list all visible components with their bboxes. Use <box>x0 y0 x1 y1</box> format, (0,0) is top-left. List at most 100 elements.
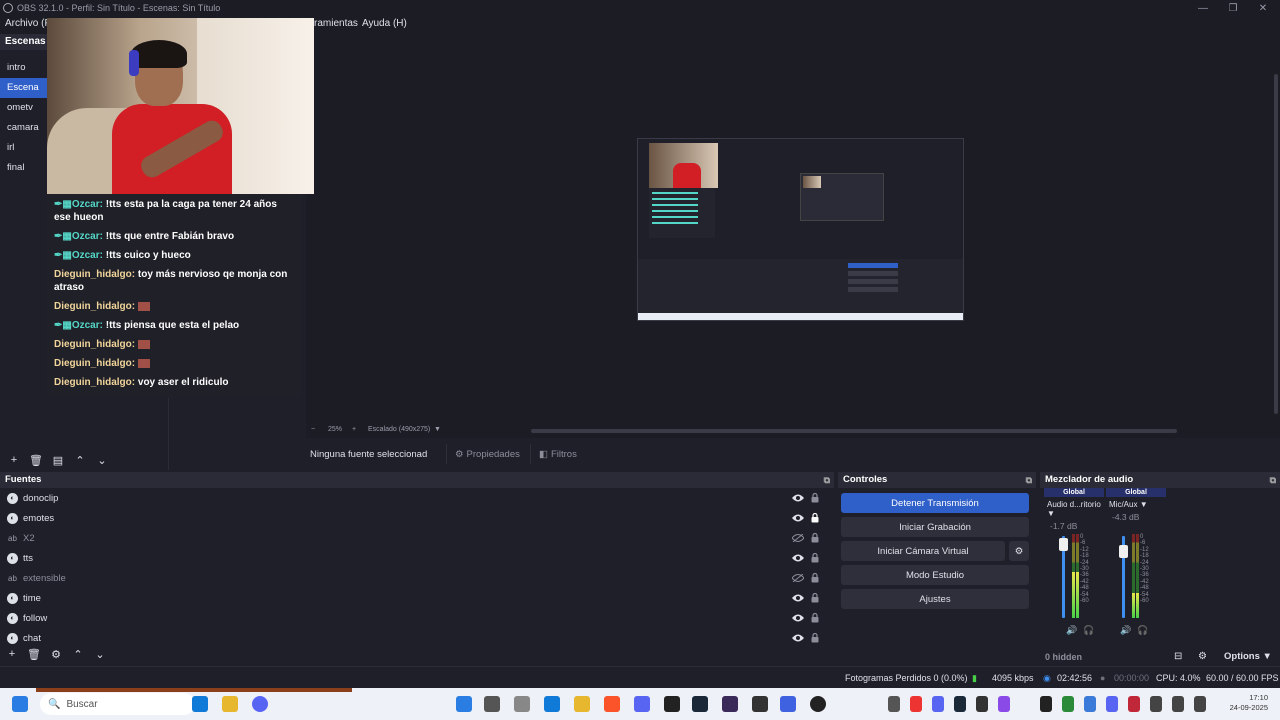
menu-ayuda[interactable]: Ayuda (H) <box>362 18 407 29</box>
eye-icon[interactable] <box>792 512 804 524</box>
move-down-icon[interactable]: ⌄ <box>92 646 108 662</box>
edge-icon[interactable] <box>192 696 208 712</box>
eye-hidden-icon[interactable] <box>792 572 804 584</box>
obs-taskbar-icon[interactable] <box>810 696 826 712</box>
preview-canvas[interactable] <box>306 34 1280 424</box>
tray-icon[interactable] <box>888 696 900 712</box>
eye-icon[interactable] <box>792 552 804 564</box>
undock-icon[interactable]: ⧉ <box>1270 472 1276 488</box>
tray-icon[interactable] <box>954 696 966 712</box>
tray-icon[interactable] <box>998 696 1010 712</box>
eye-icon[interactable] <box>792 612 804 624</box>
channel-menu-icon[interactable]: ▼ <box>1047 509 1055 518</box>
tray-icon[interactable] <box>1128 696 1140 712</box>
tray-icon[interactable] <box>1084 696 1096 712</box>
settings-button[interactable]: Ajustes <box>841 589 1029 609</box>
volume-icon[interactable] <box>1172 696 1184 712</box>
epic-games-icon[interactable] <box>664 696 680 712</box>
zoom-in-icon[interactable]: + <box>352 426 356 433</box>
brave-icon[interactable] <box>604 696 620 712</box>
app-icon[interactable] <box>722 696 738 712</box>
tray-icon[interactable] <box>932 696 944 712</box>
start-virtual-cam-button[interactable]: Iniciar Cámara Virtual <box>841 541 1005 561</box>
source-item[interactable]: ◐ time <box>0 588 834 608</box>
add-source-icon[interactable]: + <box>4 646 20 662</box>
source-item[interactable]: ab X2 <box>0 528 834 548</box>
headphones-icon[interactable]: 🎧 <box>1083 625 1094 636</box>
undock-icon[interactable]: ⧉ <box>824 472 830 488</box>
speaker-icon[interactable]: 🔊 <box>1066 625 1077 636</box>
eye-icon[interactable] <box>792 492 804 504</box>
source-item[interactable]: ◐ chat <box>0 628 834 648</box>
studio-mode-button[interactable]: Modo Estudio <box>841 565 1029 585</box>
steam-icon[interactable] <box>692 696 708 712</box>
remove-source-icon[interactable]: 🗑 <box>26 646 42 662</box>
unlock-icon[interactable] <box>810 492 820 504</box>
fader-handle[interactable] <box>1059 538 1068 552</box>
widgets-icon[interactable] <box>514 696 530 712</box>
source-item[interactable]: ◐ follow <box>0 608 834 628</box>
eye-icon[interactable] <box>792 592 804 604</box>
tray-icon[interactable] <box>1106 696 1118 712</box>
advanced-audio-icon[interactable]: ⚙ <box>1198 651 1207 662</box>
battery-icon[interactable] <box>1194 696 1206 712</box>
zoom-out-icon[interactable]: − <box>311 426 315 433</box>
scene-filter-icon[interactable]: ▤ <box>50 452 66 468</box>
maximize-icon[interactable]: ❐ <box>1216 0 1250 16</box>
source-properties-icon[interactable]: ⚙ <box>48 646 64 662</box>
tray-icon[interactable] <box>976 696 988 712</box>
taskbar-search[interactable]: 🔍 Buscar <box>40 693 195 715</box>
filters-button[interactable]: ◧ Filtros <box>530 444 585 464</box>
app-icon[interactable] <box>780 696 796 712</box>
preview-vertical-scrollbar[interactable] <box>1274 74 1278 414</box>
taskbar-clock[interactable]: 17:10 24-09-2025 <box>1230 693 1268 713</box>
network-icon[interactable] <box>1150 696 1162 712</box>
unlock-icon[interactable] <box>810 612 820 624</box>
source-item[interactable]: ◐ donoclip <box>0 488 834 508</box>
eye-icon[interactable] <box>792 632 804 644</box>
move-up-icon[interactable]: ⌃ <box>72 452 88 468</box>
folder-icon[interactable] <box>574 696 590 712</box>
remove-scene-icon[interactable]: 🗑 <box>28 452 44 468</box>
source-item[interactable]: ab extensible <box>0 568 834 588</box>
unlock-icon[interactable] <box>810 572 820 584</box>
tray-icon[interactable] <box>1062 696 1074 712</box>
minimize-icon[interactable]: — <box>1186 0 1220 16</box>
zoom-dropdown-icon[interactable]: ▼ <box>434 426 441 433</box>
unlock-icon[interactable] <box>810 592 820 604</box>
menu-herramientas[interactable]: ramientas <box>314 18 358 29</box>
store-icon[interactable] <box>544 696 560 712</box>
move-up-icon[interactable]: ⌃ <box>70 646 86 662</box>
move-down-icon[interactable]: ⌄ <box>94 452 110 468</box>
undock-icon[interactable]: ⧉ <box>1026 472 1032 488</box>
add-scene-icon[interactable]: + <box>6 452 22 468</box>
eye-hidden-icon[interactable] <box>792 532 804 544</box>
windows-icon[interactable] <box>456 696 472 712</box>
unlock-icon[interactable] <box>810 632 820 644</box>
task-view-icon[interactable] <box>484 696 500 712</box>
virtual-cam-settings-icon[interactable]: ⚙ <box>1009 541 1029 561</box>
source-item[interactable]: ◐ tts <box>0 548 834 568</box>
close-icon[interactable]: ✕ <box>1246 0 1280 16</box>
properties-button[interactable]: ⚙ Propiedades <box>446 444 528 464</box>
tray-icon[interactable] <box>910 696 922 712</box>
unlock-icon[interactable] <box>810 552 820 564</box>
headphones-icon[interactable]: 🎧 <box>1137 625 1148 636</box>
app-icon[interactable] <box>752 696 768 712</box>
discord-icon[interactable] <box>252 696 268 712</box>
source-item[interactable]: ◐ emotes <box>0 508 834 528</box>
lock-icon[interactable] <box>810 512 820 524</box>
file-explorer-icon[interactable] <box>222 696 238 712</box>
discord-app-icon[interactable] <box>634 696 650 712</box>
unlock-icon[interactable] <box>810 532 820 544</box>
fader-handle[interactable] <box>1119 544 1128 558</box>
options-button[interactable]: Options ▼ <box>1224 651 1272 662</box>
speaker-icon[interactable]: 🔊 <box>1120 625 1131 636</box>
tray-icon[interactable] <box>1040 696 1052 712</box>
stop-stream-button[interactable]: Detener Transmisión <box>841 493 1029 513</box>
preview-horizontal-scrollbar[interactable] <box>531 429 1177 433</box>
layout-icon[interactable]: ⊟ <box>1174 651 1182 662</box>
start-icon[interactable] <box>12 696 28 712</box>
start-recording-button[interactable]: Iniciar Grabación <box>841 517 1029 537</box>
channel-menu-icon[interactable]: ▼ <box>1140 500 1148 509</box>
